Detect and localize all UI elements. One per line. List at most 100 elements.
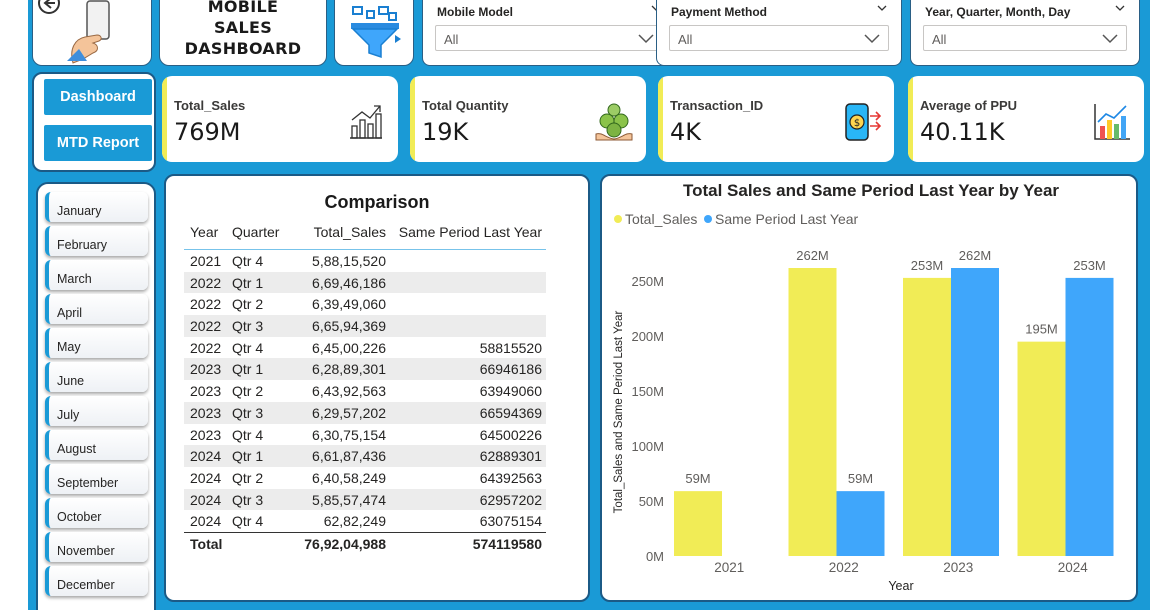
month-label: February [57,238,108,252]
column-header[interactable]: Total_Sales [314,224,386,240]
x-tick-label: 2022 [829,560,859,575]
comparison-table: Year Quarter Total_Sales Same Period Las… [184,220,546,556]
page-title: MOBILE SALES DASHBOARD [184,0,302,58]
data-label: 253M [1073,258,1106,273]
table-cell: 2021 [190,253,222,269]
total-spl: 574119580 [472,535,542,552]
month-button-march[interactable]: March [45,260,148,290]
month-button-may[interactable]: May [45,328,148,358]
payment-method-dropdown[interactable]: All [669,25,889,51]
dropdown-value: All [678,32,693,47]
month-label: January [57,204,102,218]
table-cell: 2024 [190,448,222,465]
table-row: 2023 Qtr 4 6,30,75,154 64500226 [184,424,546,446]
kpi-accent-bar [658,76,663,162]
table-cell: 6,61,87,436 [312,448,386,465]
table-row: 2022 Qtr 4 6,45,00,226 58815520 [184,337,546,359]
table-row: 2022 Qtr 3 6,65,94,369 [184,315,546,337]
back-arrow-icon[interactable] [37,0,61,15]
table-cell: 2023 [190,426,222,443]
month-button-february[interactable]: February [45,226,148,256]
table-row: 2023 Qtr 2 6,43,92,563 63949060 [184,380,546,402]
table-cell: Qtr 4 [232,253,264,269]
kpi-card-average-ppu: Average of PPU 40.11K [908,76,1144,162]
month-label: May [57,340,81,354]
dashboard-canvas: MOBILE SALES DASHBOARD Mobile Model All … [28,0,1150,610]
table-cell: Qtr 1 [232,361,264,378]
svg-text:$: $ [854,118,860,129]
table-cell: 2024 [190,491,222,508]
table-cell: 2023 [190,361,222,378]
month-label: June [57,374,85,388]
table-cell: Qtr 3 [232,318,264,335]
table-cell: Qtr 4 [232,426,264,443]
table-row: 2022 Qtr 1 6,69,46,186 [184,271,546,294]
month-label: July [57,408,80,422]
table-cell: 62957202 [479,491,542,508]
slicer-date-hierarchy[interactable]: Year, Quarter, Month, Day All [910,0,1140,66]
total-sales: 76,92,04,988 [304,535,386,552]
table-title: Comparison [324,192,430,212]
table-cell: 2022 [190,274,222,291]
table-total-row: Total 76,92,04,988 574119580 [184,531,546,556]
y-tick-label: 150M [631,384,664,399]
y-tick-label: 250M [631,274,664,289]
table-row: 2024 Qtr 2 6,40,58,249 64392563 [184,467,546,489]
dashboard-button[interactable]: Dashboard [44,79,152,115]
total-label: Total [190,535,223,552]
month-button-july[interactable]: July [45,396,148,426]
date-hierarchy-dropdown[interactable]: All [923,25,1127,51]
table-cell: 58815520 [479,339,542,356]
chevron-down-icon [1102,34,1118,44]
month-button-september[interactable]: September [45,464,148,494]
kpi-accent-bar [162,76,167,162]
table-cell: 6,28,89,301 [312,361,386,378]
month-button-november[interactable]: November [45,532,148,562]
bar-total-sales-2023 [903,277,951,556]
mtd-report-button[interactable]: MTD Report [44,125,152,161]
data-label: 195M [1025,322,1058,337]
kpi-value: 4K [670,118,702,146]
slicer-mobile-model[interactable]: Mobile Model All [422,0,676,66]
mobile-model-dropdown[interactable]: All [435,25,663,51]
table-cell: 63075154 [479,513,542,530]
data-label: 262M [796,248,829,263]
column-header[interactable]: Year [190,224,218,240]
y-tick-label: 50M [639,494,664,509]
kpi-label: Total Quantity [422,98,509,113]
slicer-label: Year, Quarter, Month, Day [925,5,1071,19]
table-cell: 63949060 [479,383,542,400]
month-button-january[interactable]: January [45,192,148,222]
month-button-april[interactable]: April [45,294,148,324]
kpi-card-total-quantity: Total Quantity 19K [410,76,646,162]
column-header[interactable]: Quarter [232,224,279,240]
legend-label: Total_Sales [625,211,697,227]
table-cell: Qtr 4 [232,339,264,356]
bar-total-sales-2021 [674,491,722,556]
y-tick-label: 100M [631,439,664,454]
table-cell: 6,65,94,369 [312,318,386,335]
month-button-june[interactable]: June [45,362,148,392]
logo-card [32,0,152,66]
table-cell: 62889301 [479,448,542,465]
legend-label: Same Period Last Year [715,211,859,227]
slicer-payment-method[interactable]: Payment Method All [656,0,902,66]
month-label: September [57,476,119,490]
month-label: March [57,272,92,286]
table-cell: 2024 [190,513,222,530]
bar-chart-icon [1094,104,1130,140]
funnel-filter-icon [351,6,401,59]
chevron-down-icon[interactable] [1115,3,1125,13]
hand-phone-icon [67,0,110,64]
table-cell: 62,82,249 [323,513,386,530]
table-cell: 6,69,46,186 [312,274,386,291]
month-button-october[interactable]: October [45,498,148,528]
month-button-august[interactable]: August [45,430,148,460]
chevron-down-icon[interactable] [877,3,887,13]
sales-comparison-chart-card: Total Sales and Same Period Last Year by… [600,174,1138,602]
table-cell: 6,29,57,202 [312,404,386,421]
month-button-december[interactable]: December [45,566,148,596]
column-header[interactable]: Same Period Last Year [399,224,542,240]
table-row: 2024 Qtr 4 62,82,249 63075154 [184,510,546,532]
table-cell: 2022 [190,339,222,356]
